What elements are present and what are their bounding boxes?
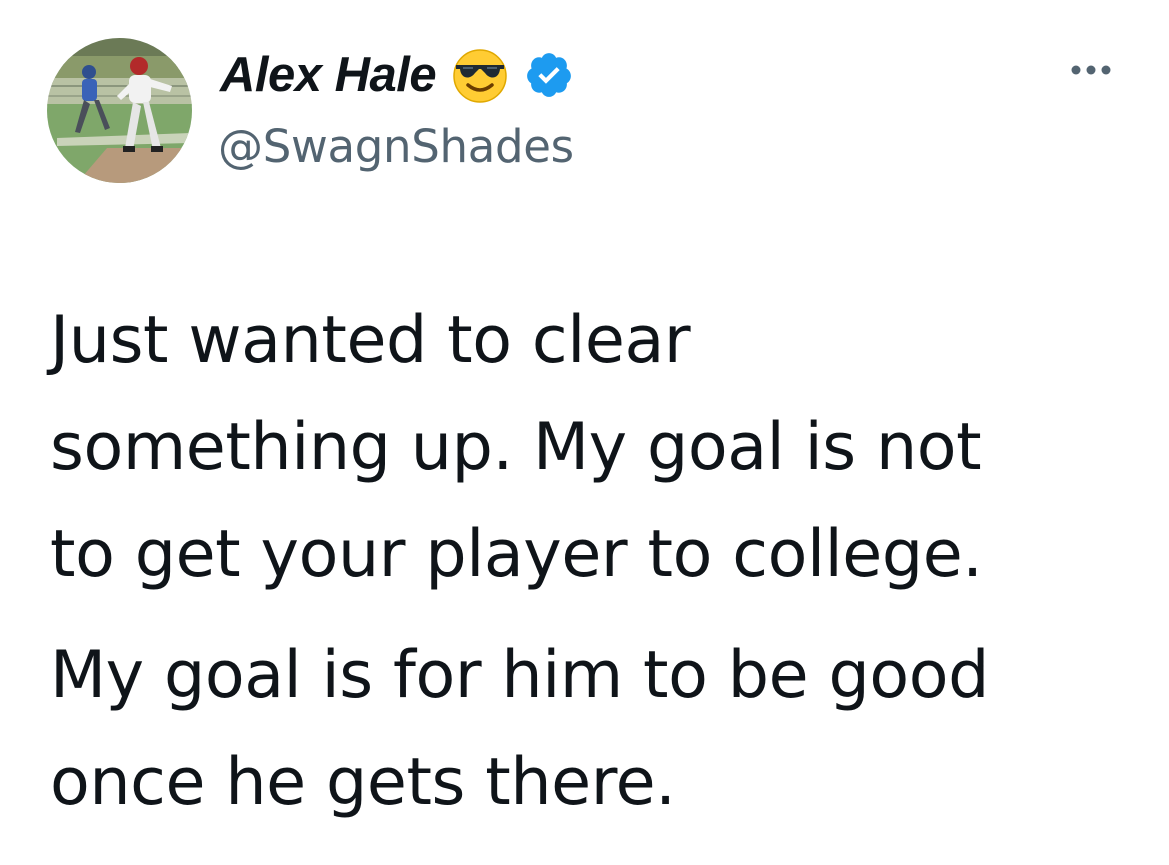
more-options-icon[interactable] bbox=[1066, 58, 1116, 82]
author-display-name[interactable]: Alex Hale bbox=[220, 47, 437, 103]
avatar-photo bbox=[47, 38, 192, 183]
tweet-paragraph: Just wanted to clear something up. My go… bbox=[50, 287, 1140, 608]
tweet-paragraph: My goal is for him to be good once he ge… bbox=[50, 622, 1140, 836]
tweet-line: something up. My goal is not bbox=[50, 410, 982, 485]
tweet-line: once he gets there. bbox=[50, 745, 676, 820]
author-name-row: Alex Hale bbox=[220, 40, 574, 110]
tweet-card: Alex Hale @SwagnShades Just wanted to cl… bbox=[0, 0, 1169, 865]
tweet-line: My goal is for him to be good bbox=[50, 638, 989, 713]
verified-badge-icon[interactable] bbox=[524, 50, 574, 100]
tweet-line: to get your player to college. bbox=[50, 517, 983, 592]
smiling-face-with-sunglasses-icon bbox=[450, 47, 510, 103]
author-handle[interactable]: @SwagnShades bbox=[218, 120, 574, 173]
tweet-line: Just wanted to clear bbox=[50, 303, 691, 378]
author-avatar[interactable] bbox=[47, 38, 192, 183]
tweet-text: Just wanted to clear something up. My go… bbox=[50, 287, 1140, 836]
